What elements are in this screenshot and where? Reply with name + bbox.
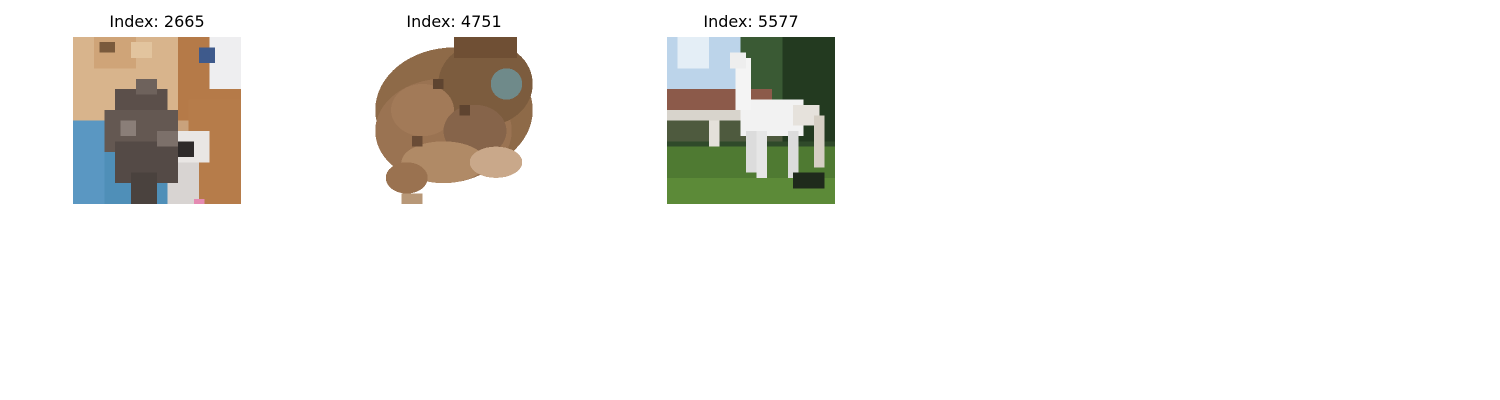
thumbnail-cat — [73, 37, 241, 204]
thumbnail-toad — [370, 37, 538, 204]
panel-title: Index: 5577 — [703, 12, 799, 31]
image-grid: Index: 2665 Index: 4751 Index: 5577 — [0, 0, 1500, 400]
panel-title: Index: 2665 — [109, 12, 205, 31]
thumbnail-horse — [667, 37, 835, 204]
panel-title: Index: 4751 — [406, 12, 502, 31]
